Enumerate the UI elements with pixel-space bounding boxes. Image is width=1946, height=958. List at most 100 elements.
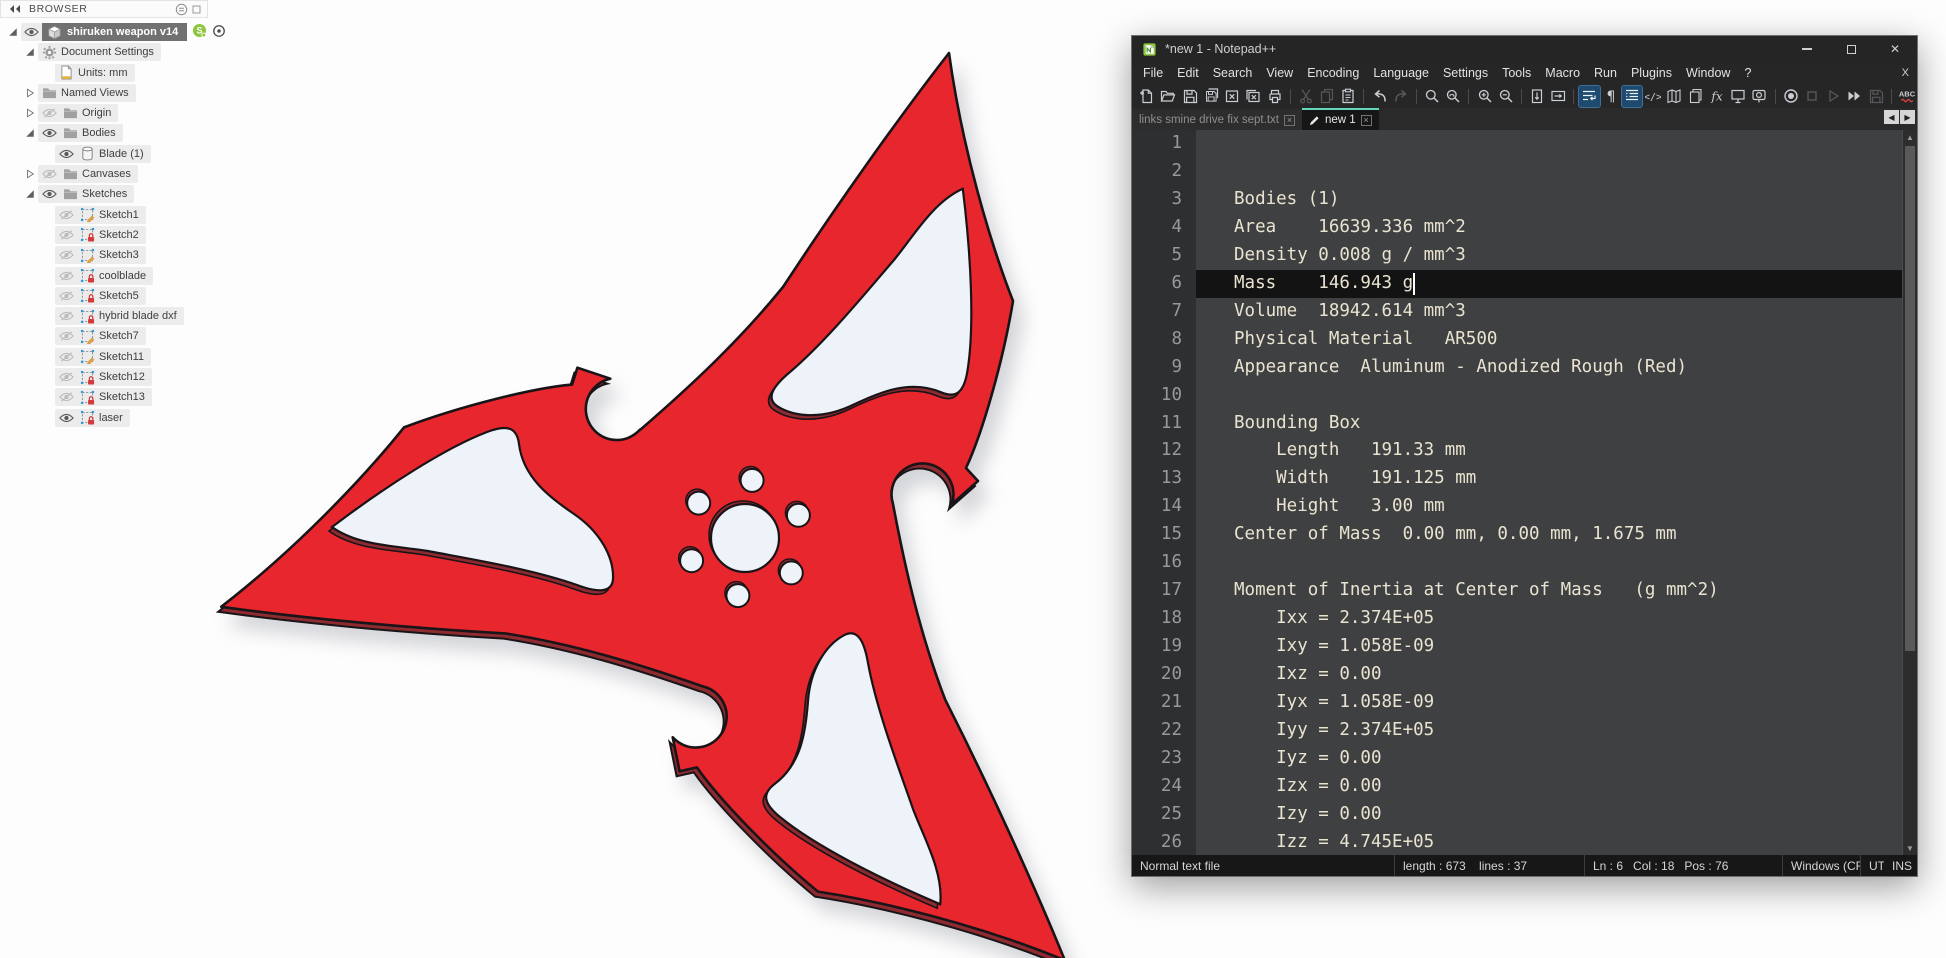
tree-row-bodies[interactable]: Bodies (0, 124, 270, 142)
tree-row-sketch5[interactable]: Sketch5 (0, 287, 270, 305)
menu-run[interactable]: Run (1587, 64, 1624, 82)
visibility-toggle-off-icon[interactable] (58, 227, 75, 243)
save-icon[interactable] (1180, 86, 1200, 107)
tree-row-sketch2[interactable]: Sketch2 (0, 226, 270, 244)
visibility-toggle-off-icon[interactable] (41, 105, 58, 121)
visibility-toggle-on-icon[interactable] (58, 410, 75, 426)
monitoring-icon[interactable] (1728, 86, 1748, 107)
replace-icon[interactable] (1443, 86, 1463, 107)
visibility-toggle-on-icon[interactable] (41, 125, 58, 141)
activate-component-icon[interactable] (212, 24, 226, 41)
zoom-out-icon[interactable] (1496, 86, 1516, 107)
tree-row-canvases[interactable]: Canvases (0, 165, 270, 183)
selected-root-item[interactable]: shiruken weapon v14 (42, 23, 187, 41)
editor-area[interactable]: 1234567891011121314151617181920212223242… (1132, 130, 1917, 855)
visibility-toggle-off-icon[interactable] (58, 369, 75, 385)
text-editor[interactable]: Bodies (1)Area 16639.336 mm^2Density 0.0… (1196, 130, 1902, 855)
macro-stop-icon[interactable] (1802, 86, 1822, 107)
expanded-arrow-icon[interactable] (23, 47, 36, 57)
copy-icon[interactable] (1317, 86, 1337, 107)
expanded-arrow-icon[interactable] (23, 189, 36, 199)
sync-vertical-icon[interactable] (1527, 86, 1547, 107)
scroll-up-icon[interactable]: ▲ (1903, 130, 1917, 144)
print-icon[interactable] (1265, 86, 1285, 107)
menu-help[interactable]: ? (1737, 64, 1758, 82)
visibility-toggle-off-icon[interactable] (58, 349, 75, 365)
cut-icon[interactable] (1296, 86, 1316, 107)
panel-options-icon[interactable] (175, 3, 188, 19)
menubar-close-icon[interactable]: X (1902, 67, 1909, 79)
menu-file[interactable]: File (1136, 64, 1170, 82)
tab-scroll-right-icon[interactable]: ▶ (1900, 110, 1915, 124)
tree-row-named-views[interactable]: Named Views (0, 84, 270, 102)
tree-row-sketch13[interactable]: Sketch13 (0, 388, 270, 406)
visibility-toggle-off-icon[interactable] (58, 308, 75, 324)
tree-row-sketch3[interactable]: Sketch3 (0, 246, 270, 264)
tree-row-blade-1[interactable]: Blade (1) (0, 145, 270, 163)
visibility-toggle-off-icon[interactable] (58, 389, 75, 405)
visibility-toggle-off-icon[interactable] (41, 166, 58, 182)
expanded-arrow-icon[interactable] (6, 27, 19, 37)
tab-close-icon[interactable]: × (1361, 115, 1372, 126)
function-list-icon[interactable]: </> (1643, 86, 1663, 107)
menu-window[interactable]: Window (1679, 64, 1737, 82)
visibility-toggle-off-icon[interactable] (58, 268, 75, 284)
find-icon[interactable] (1422, 86, 1442, 107)
scrollbar-thumb[interactable] (1905, 146, 1915, 651)
menu-view[interactable]: View (1259, 64, 1300, 82)
sync-horizontal-icon[interactable] (1548, 86, 1568, 107)
doc-monitor-icon[interactable] (1749, 86, 1769, 107)
zoom-in-icon[interactable] (1474, 86, 1494, 107)
tree-row-sketch11[interactable]: Sketch11 (0, 348, 270, 366)
scroll-down-icon[interactable]: ▼ (1903, 841, 1917, 855)
menu-tools[interactable]: Tools (1495, 64, 1538, 82)
new-file-icon[interactable] (1137, 86, 1157, 107)
visibility-toggle-off-icon[interactable] (58, 247, 75, 263)
panel-dock-icon[interactable] (192, 5, 201, 17)
spell-check-icon[interactable]: ABC (1897, 86, 1917, 107)
tree-row-sketch7[interactable]: Sketch7 (0, 327, 270, 345)
macro-play-icon[interactable] (1823, 86, 1843, 107)
paste-icon[interactable] (1338, 86, 1358, 107)
word-wrap-icon[interactable] (1579, 86, 1599, 107)
save-status-badge[interactable]: S (192, 23, 207, 41)
indent-guide-icon[interactable] (1622, 86, 1642, 107)
expanded-arrow-icon[interactable] (23, 128, 36, 138)
menu-search[interactable]: Search (1206, 64, 1260, 82)
collapse-panel-icon[interactable] (7, 1, 23, 17)
menu-edit[interactable]: Edit (1170, 64, 1206, 82)
notepad-title-bar[interactable]: *new 1 - Notepad++ ✕ (1132, 36, 1917, 62)
tab-new-1[interactable]: new 1× (1302, 108, 1379, 130)
menu-macro[interactable]: Macro (1538, 64, 1587, 82)
visibility-toggle-off-icon[interactable] (58, 288, 75, 304)
visibility-toggle-off-icon[interactable] (58, 207, 75, 223)
menu-encoding[interactable]: Encoding (1300, 64, 1366, 82)
macro-run-multiple-icon[interactable] (1844, 86, 1864, 107)
tree-row-sketch1[interactable]: Sketch1 (0, 206, 270, 224)
undo-icon[interactable] (1369, 86, 1389, 107)
visibility-toggle[interactable] (21, 23, 42, 41)
menu-language[interactable]: Language (1366, 64, 1436, 82)
vertical-scrollbar[interactable]: ▲ ▼ (1902, 130, 1917, 855)
document-map-icon[interactable] (1664, 86, 1684, 107)
tab-close-icon[interactable]: × (1284, 115, 1295, 126)
document-list-icon[interactable] (1686, 86, 1706, 107)
visibility-toggle-on-icon[interactable] (41, 186, 58, 202)
menu-plugins[interactable]: Plugins (1624, 64, 1679, 82)
open-file-icon[interactable] (1158, 86, 1178, 107)
tab-links-smine-drive-fix-sept-txt[interactable]: links smine drive fix sept.txt× (1132, 110, 1302, 130)
function-completion-icon[interactable]: fx (1707, 86, 1727, 107)
tree-row-coolblade[interactable]: coolblade (0, 267, 270, 285)
tree-row-shiruken-weapon-v14[interactable]: shiruken weapon v14 S (0, 23, 270, 41)
tree-row-units-mm[interactable]: Units: mm (0, 64, 270, 82)
show-all-characters-icon[interactable]: ¶ (1601, 86, 1621, 107)
collapsed-arrow-icon[interactable] (23, 88, 36, 98)
redo-icon[interactable] (1391, 86, 1411, 107)
save-all-icon[interactable] (1201, 86, 1221, 107)
collapsed-arrow-icon[interactable] (23, 108, 36, 118)
maximize-button[interactable] (1829, 36, 1873, 62)
collapsed-arrow-icon[interactable] (23, 169, 36, 179)
visibility-toggle-off-icon[interactable] (58, 328, 75, 344)
tree-row-sketch12[interactable]: Sketch12 (0, 368, 270, 386)
close-icon[interactable] (1222, 86, 1242, 107)
